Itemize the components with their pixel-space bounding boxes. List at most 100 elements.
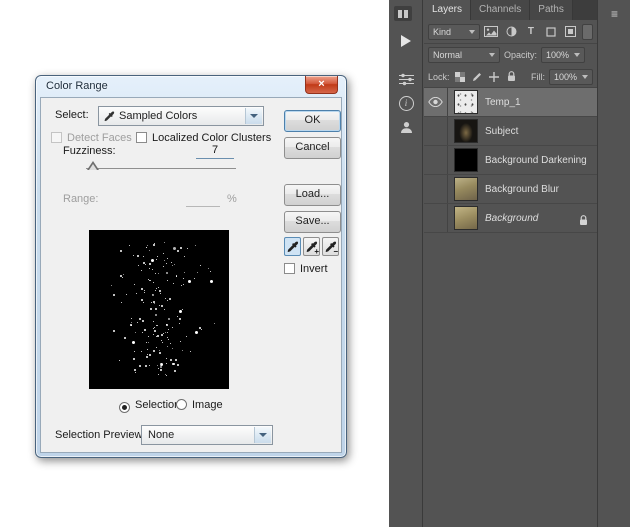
kind-filter-select[interactable]: Kind (428, 24, 480, 40)
layer-row-background-darkening[interactable]: Background Darkening (424, 146, 597, 175)
tab-channels[interactable]: Channels (471, 0, 530, 20)
background-lock-icon (579, 213, 588, 231)
range-value-field (186, 190, 220, 207)
dropdown-arrow (254, 427, 271, 443)
chevron-down-icon (489, 53, 495, 57)
layer-name[interactable]: Temp_1 (485, 97, 521, 108)
preview-image[interactable] (89, 230, 229, 389)
dialog-title: Color Range (46, 80, 108, 92)
checkbox-icon (284, 263, 295, 274)
layer-name[interactable]: Subject (485, 126, 518, 137)
visibility-toggle[interactable] (424, 117, 448, 145)
layer-row-subject[interactable]: Subject (424, 117, 597, 146)
ok-button[interactable]: OK (284, 110, 341, 132)
smart-object-filter-icon[interactable] (562, 24, 579, 40)
cancel-button[interactable]: Cancel (284, 137, 341, 159)
layer-row-background-blur[interactable]: Background Blur (424, 175, 597, 204)
layer-thumbnail[interactable] (454, 206, 478, 230)
fuzziness-value-field[interactable]: 7 (196, 142, 234, 159)
image-radio[interactable]: Image (176, 399, 223, 411)
eyedropper-sample-button[interactable] (284, 237, 301, 256)
dropdown-arrow (245, 108, 262, 124)
selection-preview-label: Selection Preview: (55, 429, 146, 441)
actions-panel-icon[interactable] (389, 29, 423, 53)
blend-mode-select[interactable]: Normal (428, 47, 500, 63)
eyedropper-add-button[interactable]: + (303, 237, 320, 256)
tab-paths[interactable]: Paths (530, 0, 573, 20)
dialog-body: Select: Sampled Colors Detect Faces Loca… (40, 97, 342, 453)
layer-list: Temp_1 Subject Background Darkening Back… (424, 88, 597, 233)
opacity-value: 100% (546, 50, 569, 60)
layer-thumbnail[interactable] (454, 90, 478, 114)
selection-preview-value: None (148, 429, 174, 441)
opacity-select[interactable]: 100% (541, 47, 585, 63)
checkbox-icon (136, 132, 147, 143)
checkbox-icon (51, 132, 62, 143)
lock-all-icon[interactable] (505, 70, 518, 84)
eye-icon (428, 97, 443, 107)
dock-edge-strip: ≡ (597, 0, 630, 527)
layer-row-temp1[interactable]: Temp_1 (424, 88, 597, 117)
type-filter-icon[interactable]: T (522, 24, 539, 40)
layer-filter-row: Kind T (424, 20, 597, 44)
range-label: Range: (63, 193, 98, 205)
dialog-titlebar[interactable]: Color Range × (36, 76, 346, 97)
tab-layers[interactable]: Layers (424, 0, 471, 20)
lock-position-icon[interactable] (488, 70, 501, 84)
panel-icon-dock: i (389, 0, 423, 527)
panel-tab-bar: Layers Channels Paths (424, 0, 597, 20)
fill-value: 100% (554, 72, 577, 82)
layer-thumbnail[interactable] (454, 177, 478, 201)
libraries-panel-icon[interactable] (389, 115, 423, 139)
layer-name[interactable]: Background Darkening (485, 155, 587, 166)
layer-thumbnail[interactable] (454, 148, 478, 172)
invert-checkbox[interactable]: Invert (284, 263, 328, 275)
visibility-toggle[interactable] (424, 204, 448, 232)
info-panel-icon[interactable]: i (389, 91, 423, 115)
layer-row-background[interactable]: Background (424, 204, 597, 233)
fill-label: Fill: (531, 72, 545, 82)
eyedropper-icon (104, 111, 115, 122)
right-dock: i Layers Channels Paths Kind (389, 0, 630, 527)
selection-radio-label: Selection (135, 399, 180, 411)
load-button[interactable]: Load... (284, 184, 341, 206)
panel-menu-icon[interactable]: ≡ (598, 7, 630, 21)
selection-radio[interactable]: Selection (119, 399, 180, 413)
color-range-dialog: Color Range × Select: Sampled Colors Det… (35, 75, 347, 458)
detect-faces-label: Detect Faces (67, 132, 132, 144)
layer-thumbnail[interactable] (454, 119, 478, 143)
layer-name[interactable]: Background (485, 213, 538, 224)
layers-panel: Layers Channels Paths Kind T (424, 0, 597, 527)
layer-name[interactable]: Background Blur (485, 184, 559, 195)
adjustment-filter-icon[interactable] (503, 24, 520, 40)
lock-label: Lock: (428, 72, 450, 82)
layer-filtering-toggle[interactable] (582, 24, 593, 40)
save-button[interactable]: Save... (284, 211, 341, 233)
range-percent: % (227, 193, 237, 205)
info-icon: i (399, 96, 414, 111)
shape-filter-icon[interactable] (542, 24, 559, 40)
visibility-toggle[interactable] (424, 88, 448, 116)
kind-filter-label: Kind (433, 27, 451, 37)
pixel-filter-icon[interactable] (483, 24, 500, 40)
fill-select[interactable]: 100% (549, 69, 593, 85)
play-triangle-icon (401, 35, 411, 47)
image-radio-label: Image (192, 399, 223, 411)
eyedropper-subtract-button[interactable]: − (322, 237, 339, 256)
lock-pixels-icon[interactable] (471, 70, 484, 84)
invert-label: Invert (300, 263, 328, 275)
blend-mode-row: Normal Opacity: 100% (424, 44, 597, 66)
adjustments-panel-icon[interactable] (389, 67, 423, 91)
select-label: Select: (55, 109, 89, 121)
lock-row: Lock: Fill: 100% (424, 66, 597, 88)
selection-preview-dropdown[interactable]: None (141, 425, 273, 445)
select-dropdown[interactable]: Sampled Colors (98, 106, 264, 126)
collapse-panels-icon[interactable] (394, 6, 412, 21)
visibility-toggle[interactable] (424, 175, 448, 203)
eyedropper-icon (287, 241, 299, 253)
fuzziness-slider-track[interactable] (86, 168, 236, 169)
visibility-toggle[interactable] (424, 146, 448, 174)
close-button[interactable]: × (305, 76, 338, 94)
lock-transparency-icon[interactable] (454, 70, 467, 84)
fuzziness-slider-thumb[interactable] (87, 161, 99, 170)
